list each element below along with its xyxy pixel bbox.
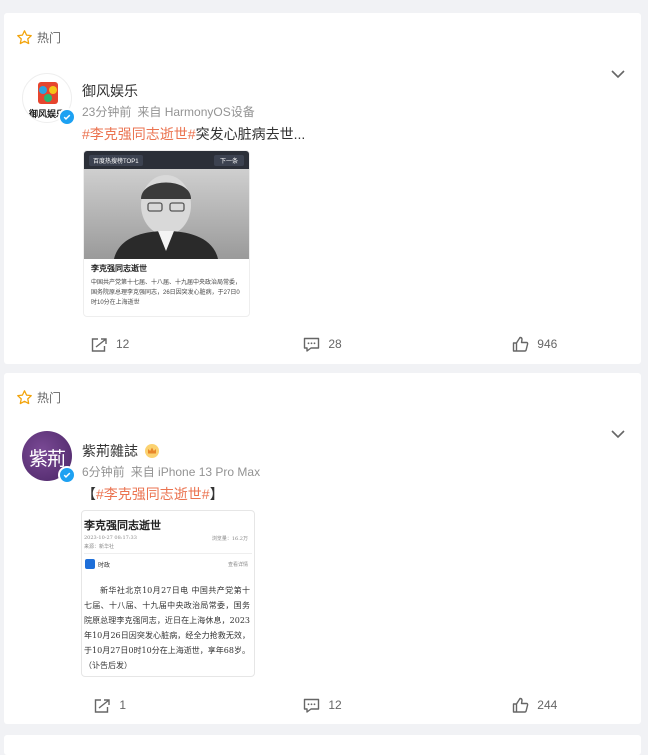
comment-count: 28 [328, 337, 342, 351]
share-icon [95, 698, 111, 713]
post-card-next [4, 735, 641, 755]
action-bar: 12 28 946 [4, 336, 641, 352]
topic-link[interactable]: #李克强同志逝世# [82, 126, 196, 142]
post-text: 【#李克强同志逝世#】 [82, 484, 224, 504]
author-name-text: 紫荊雜誌 [82, 443, 138, 459]
image-header-left: 百度热搜榜TOP1 [89, 154, 143, 166]
repost-count: 12 [115, 337, 130, 351]
topic-link[interactable]: #李克强同志逝世# [96, 486, 210, 502]
post-meta: 6分钟前 来自 iPhone 13 Pro Max [82, 463, 260, 480]
image-org: 时政 [98, 562, 111, 569]
image-title: 李克强同志逝世 [91, 264, 147, 273]
hot-label-row: 热门 [16, 29, 61, 46]
like-count: 244 [537, 698, 558, 712]
post-source: 来自 HarmonyOS设备 [137, 105, 255, 119]
post-text: #李克强同志逝世#突发心脏病去世... [82, 124, 305, 144]
image-divider [84, 553, 252, 554]
image-source: 来源：新华社 [84, 544, 115, 550]
comment-button[interactable]: 12 [216, 697, 428, 713]
chevron-down-icon[interactable] [611, 69, 625, 79]
image-header: 百度热搜榜TOP1 下一条 [84, 151, 249, 169]
thumbs-up-icon [513, 697, 529, 713]
comment-count: 12 [328, 698, 342, 712]
post-time[interactable]: 23分钟前 [82, 105, 131, 119]
post-meta: 23分钟前 来自 HarmonyOS设备 [82, 103, 255, 120]
repost-count: 1 [119, 698, 126, 712]
image-body: 中国共产党第十七届、十八届、十九届中央政治局常委，国务院原总理李克强同志，26日… [91, 280, 242, 306]
comment-icon [304, 337, 320, 352]
comment-icon [304, 698, 320, 713]
hot-label: 热门 [37, 391, 62, 405]
verified-icon [58, 466, 76, 484]
post-card: 热门 紫荊 紫荊雜誌 6分钟前 来自 iPhone 13 Pro Max 【#李克… [4, 373, 641, 724]
thumbs-up-icon [513, 336, 529, 352]
chevron-down-icon[interactable] [611, 429, 625, 439]
hot-label: 热门 [37, 31, 62, 45]
image-header-right: 下一条 [213, 154, 244, 166]
post-time[interactable]: 6分钟前 [82, 465, 125, 479]
verified-icon [58, 108, 76, 126]
post-image[interactable]: 百度热搜榜TOP1 下一条 李克强同志逝世 中国共产党第十七届、十八届、十九届中… [83, 150, 250, 317]
bracket-open: 【 [82, 486, 96, 502]
image-body: 新华社北京10月27日电 中国共产党第十七届、十八届、十九届中央政治局常委，国务… [84, 586, 250, 670]
star-icon [17, 390, 32, 405]
like-button[interactable]: 946 [429, 336, 641, 352]
bracket-close: 】 [209, 486, 224, 502]
image-date: 2023-10-27 08:17:33 [84, 535, 137, 541]
crown-badge-icon [145, 444, 159, 458]
like-count: 946 [537, 337, 558, 351]
action-bar: 1 12 244 [4, 697, 641, 713]
post-image[interactable]: 李克强同志逝世 2023-10-27 08:17:33 来源：新华社 浏览量：1… [81, 510, 255, 677]
repost-button[interactable]: 1 [4, 697, 216, 713]
post-source: 来自 iPhone 13 Pro Max [130, 465, 261, 479]
share-icon [91, 337, 107, 352]
hot-label-row: 热门 [16, 389, 61, 406]
image-title: 李克强同志逝世 [84, 520, 161, 532]
star-icon [17, 30, 32, 45]
image-org-link: 查看详情 [227, 562, 248, 568]
comment-button[interactable]: 28 [216, 336, 428, 352]
author-name[interactable]: 紫荊雜誌 [82, 441, 160, 461]
org-logo-icon [85, 559, 95, 569]
portrait-photo [84, 169, 249, 259]
repost-button[interactable]: 12 [4, 336, 216, 352]
post-body: 突发心脏病去世... [195, 126, 306, 142]
author-name[interactable]: 御风娱乐 [82, 81, 138, 101]
post-card: 热门 御风娱乐 御风娱乐 23分钟前 来自 HarmonyOS设备 #李克强同志逝… [4, 13, 641, 364]
like-button[interactable]: 244 [429, 697, 641, 713]
image-views: 浏览量：16.2万 [211, 536, 248, 542]
